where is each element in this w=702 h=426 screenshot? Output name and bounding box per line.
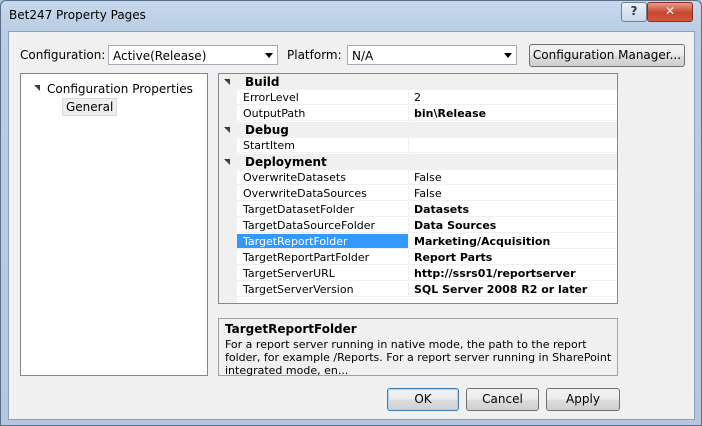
prop-row-targetreportfolder[interactable]: TargetReportFolder Marketing/Acquisition bbox=[219, 234, 617, 250]
expand-arrow-icon[interactable] bbox=[34, 85, 40, 91]
prop-row-overwritedatasources[interactable]: OverwriteDataSources False bbox=[219, 186, 617, 202]
apply-button[interactable]: Apply bbox=[546, 388, 620, 411]
dialog-client-area: Configuration: Active(Release) Platform:… bbox=[8, 31, 695, 420]
description-title: TargetReportFolder bbox=[225, 322, 357, 336]
description-pane: TargetReportFolder For a report server r… bbox=[218, 318, 618, 377]
tree-item-general[interactable]: General bbox=[62, 98, 118, 116]
description-text: For a report server running in native mo… bbox=[225, 338, 612, 377]
title-bar: Bet247 Property Pages ? ✕ bbox=[1, 1, 701, 31]
collapse-arrow-icon[interactable] bbox=[224, 159, 230, 165]
property-name: TargetDatasetFolder bbox=[237, 202, 409, 217]
property-name: OutputPath bbox=[237, 106, 409, 121]
property-name: TargetReportFolder bbox=[237, 234, 409, 249]
property-value[interactable]: 2 bbox=[410, 90, 617, 105]
category-label: Deployment bbox=[245, 155, 327, 169]
property-name: ErrorLevel bbox=[237, 90, 409, 105]
configuration-dropdown[interactable]: Active(Release) bbox=[108, 45, 278, 65]
prop-row-targetserverurl[interactable]: TargetServerURL http://ssrs01/reportserv… bbox=[219, 266, 617, 282]
property-value[interactable]: Report Parts bbox=[410, 250, 617, 265]
prop-row-targetdatasetfolder[interactable]: TargetDatasetFolder Datasets bbox=[219, 202, 617, 218]
prop-row-targetdatasourcefolder[interactable]: TargetDataSourceFolder Data Sources bbox=[219, 218, 617, 234]
category-label: Debug bbox=[245, 123, 289, 137]
configuration-value: Active(Release) bbox=[113, 49, 207, 63]
property-value[interactable]: Datasets bbox=[410, 202, 617, 217]
collapse-arrow-icon[interactable] bbox=[224, 127, 230, 133]
tree-item-configuration-properties[interactable]: Configuration Properties bbox=[47, 82, 193, 96]
prop-row-errorlevel[interactable]: ErrorLevel 2 bbox=[219, 90, 617, 106]
prop-row-targetreportpartfolder[interactable]: TargetReportPartFolder Report Parts bbox=[219, 250, 617, 266]
property-grid: Build ErrorLevel 2 OutputPath bin\Releas… bbox=[218, 73, 618, 304]
help-button[interactable]: ? bbox=[621, 2, 647, 22]
property-name: OverwriteDatasets bbox=[237, 170, 409, 185]
property-name: TargetServerVersion bbox=[237, 282, 409, 297]
property-name: TargetServerURL bbox=[237, 266, 409, 281]
property-value[interactable]: http://ssrs01/reportserver bbox=[410, 266, 617, 281]
chevron-down-icon bbox=[265, 53, 273, 58]
property-value[interactable]: False bbox=[410, 186, 617, 201]
property-name: TargetReportPartFolder bbox=[237, 250, 409, 265]
configuration-label: Configuration: bbox=[20, 48, 106, 62]
property-value[interactable]: bin\Release bbox=[410, 106, 617, 121]
platform-value: N/A bbox=[352, 49, 374, 63]
configuration-tree[interactable]: Configuration Properties General bbox=[20, 73, 208, 376]
platform-dropdown[interactable]: N/A bbox=[347, 45, 517, 65]
ok-button[interactable]: OK bbox=[387, 388, 459, 411]
prop-row-startitem[interactable]: StartItem bbox=[219, 138, 617, 154]
window-title: Bet247 Property Pages bbox=[9, 8, 146, 22]
collapse-arrow-icon[interactable] bbox=[224, 79, 230, 85]
cancel-button[interactable]: Cancel bbox=[466, 388, 539, 411]
category-build[interactable]: Build bbox=[219, 74, 617, 90]
close-button[interactable]: ✕ bbox=[647, 2, 693, 22]
category-debug[interactable]: Debug bbox=[219, 122, 617, 138]
property-name: OverwriteDataSources bbox=[237, 186, 409, 201]
property-value[interactable]: False bbox=[410, 170, 617, 185]
property-value[interactable]: SQL Server 2008 R2 or later bbox=[410, 282, 617, 297]
property-value[interactable]: Marketing/Acquisition bbox=[410, 234, 617, 249]
property-name: StartItem bbox=[237, 138, 409, 153]
category-label: Build bbox=[245, 75, 280, 89]
chevron-down-icon bbox=[504, 53, 512, 58]
property-pages-window: Bet247 Property Pages ? ✕ Configuration:… bbox=[0, 0, 702, 426]
property-name: TargetDataSourceFolder bbox=[237, 218, 409, 233]
prop-row-overwritedatasets[interactable]: OverwriteDatasets False bbox=[219, 170, 617, 186]
configuration-manager-button[interactable]: Configuration Manager... bbox=[529, 44, 685, 67]
platform-label: Platform: bbox=[287, 48, 342, 62]
property-value[interactable] bbox=[410, 138, 617, 153]
category-deployment[interactable]: Deployment bbox=[219, 154, 617, 170]
prop-row-outputpath[interactable]: OutputPath bin\Release bbox=[219, 106, 617, 122]
property-value[interactable]: Data Sources bbox=[410, 218, 617, 233]
prop-row-targetserverversion[interactable]: TargetServerVersion SQL Server 2008 R2 o… bbox=[219, 282, 617, 298]
